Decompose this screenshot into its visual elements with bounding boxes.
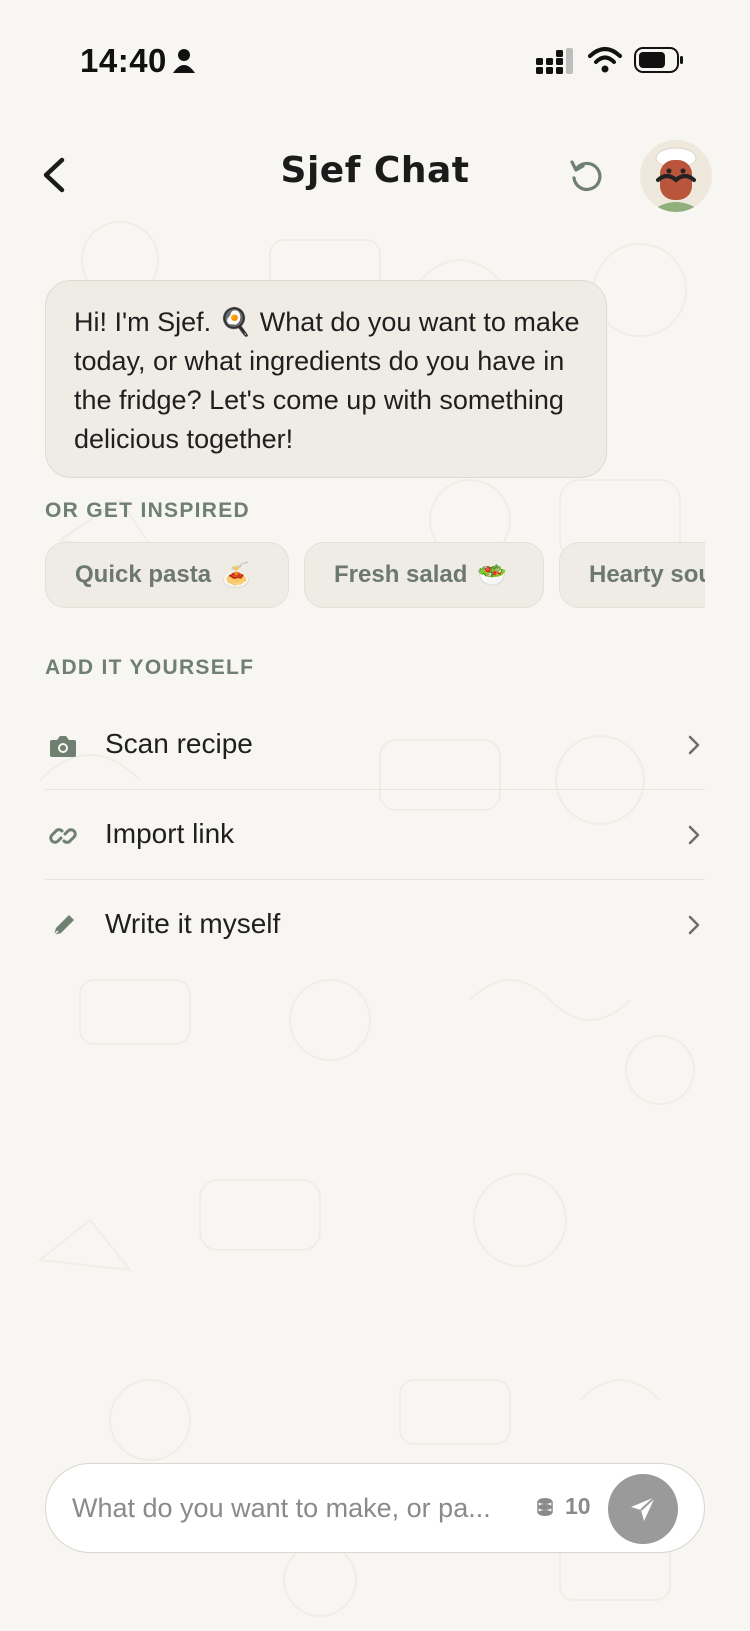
assistant-message-bubble: Hi! I'm Sjef. 🍳 What do you want to make… [45,280,607,478]
chef-avatar-image [640,140,712,212]
inspire-section-label: OR GET INSPIRED [45,499,251,522]
camera-icon [50,736,76,757]
chevron-right-icon [688,735,700,755]
chip-hearty-soup[interactable]: Hearty soup [559,542,705,608]
screen: 14:40 Sjef Chat Hi! I'm Sjef. 🍳 What do … [0,0,750,1631]
chip-label: Hearty soup [589,561,705,588]
message-composer: 10 [45,1463,705,1553]
chevron-right-icon [688,825,700,845]
scan-recipe-item[interactable]: Scan recipe [45,700,705,790]
battery-icon [634,47,683,73]
coins-icon [537,1498,553,1516]
import-link-item[interactable]: Import link [45,790,705,880]
chip-label: Fresh salad [334,561,468,588]
pasta-emoji-icon: 🍝 [221,561,251,589]
chip-quick-pasta[interactable]: Quick pasta 🍝 [45,542,289,608]
signal-icon [536,48,573,74]
refresh-icon[interactable] [566,156,606,196]
action-label: Write it myself [105,908,281,939]
salad-emoji-icon: 🥗 [477,561,508,589]
action-label: Scan recipe [105,728,253,759]
chevron-right-icon [688,915,700,935]
add-yourself-section-label: ADD IT YOURSELF [45,656,255,679]
inspire-chips: Quick pasta 🍝 Fresh salad 🥗 Hearty soup [45,542,705,610]
wifi-icon [588,47,622,73]
write-myself-item[interactable]: Write it myself [45,880,705,970]
status-bar: 14:40 [0,38,750,86]
header: Sjef Chat [0,130,750,220]
send-icon [631,1496,656,1521]
credits-count: 10 [565,1493,591,1519]
send-button[interactable] [608,1474,678,1544]
chef-avatar[interactable] [640,140,712,212]
add-options-list: Scan recipe Import link Write it myself [45,700,705,970]
assistant-message-text: Hi! I'm Sjef. 🍳 What do you want to make… [74,307,580,454]
chip-label: Quick pasta [75,561,212,588]
link-icon [49,828,77,844]
status-time: 14:40 [80,42,167,79]
page-title: Sjef Chat [280,150,470,191]
person-icon [173,49,195,73]
chip-fresh-salad[interactable]: Fresh salad 🥗 [304,542,544,608]
pen-icon [51,915,74,938]
action-label: Import link [105,818,235,849]
message-input[interactable] [72,1482,502,1534]
